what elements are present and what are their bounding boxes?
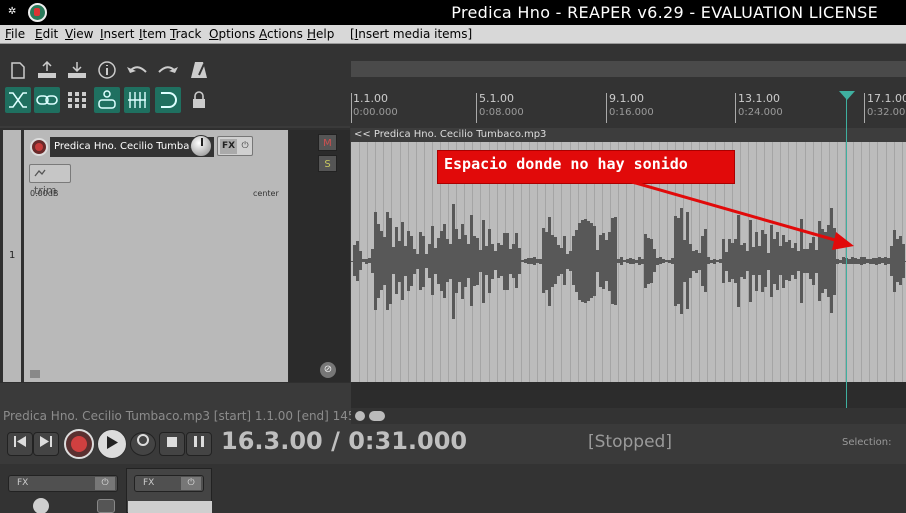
folder-icon[interactable] <box>30 370 40 378</box>
menu-item[interactable]: Item <box>139 27 166 41</box>
pan-readout: center <box>253 189 279 198</box>
pause-icon[interactable] <box>186 432 212 456</box>
menu-insert[interactable]: Insert <box>100 27 134 41</box>
upload-icon[interactable] <box>34 57 60 83</box>
lock-icon[interactable] <box>186 87 212 113</box>
menu-edit[interactable]: Edit <box>35 27 58 41</box>
fx-power-icon[interactable]: ⏻ <box>95 477 115 490</box>
transport-bar: 16.3.00 / 0:31.000 [Stopped] Selection: <box>0 424 906 464</box>
ruler-time-label: 0:16.000 <box>609 107 654 118</box>
track-fx-button[interactable]: FX ⏻ <box>134 475 204 492</box>
menu-view[interactable]: View <box>65 27 93 41</box>
arrange-empty-area[interactable] <box>351 382 906 408</box>
reaper-window: ✲ Predica Hno - REAPER v6.29 - EVALUATIO… <box>0 0 906 513</box>
annotation-arrow <box>631 180 854 250</box>
fx-label: FX <box>143 478 155 488</box>
stop-icon[interactable] <box>159 432 185 456</box>
item-info-status: Predica Hno. Cecilio Tumbaco.mp3 [start]… <box>0 408 351 424</box>
loop-icon[interactable] <box>155 87 181 113</box>
solo-button[interactable]: S <box>318 155 337 172</box>
pan-knob[interactable] <box>33 498 49 513</box>
track-buttons-column: M S ⊘ <box>289 130 350 382</box>
ruler-bar-label: 17.1.00 <box>867 92 906 105</box>
undo-icon[interactable] <box>124 57 150 83</box>
menu-track[interactable]: Track <box>170 27 201 41</box>
repeat-icon[interactable] <box>130 432 156 456</box>
timeline-ruler[interactable]: 1.1.00 0:00.000 5.1.00 0:08.000 9.1.00 0… <box>351 89 906 127</box>
track-number: 1 <box>9 250 16 261</box>
menu-options[interactable]: Options <box>209 27 255 41</box>
info-icon[interactable] <box>94 57 120 83</box>
track-number-strip[interactable]: 1 <box>3 130 21 382</box>
fx-button[interactable]: FX <box>220 139 237 154</box>
volume-knob[interactable] <box>190 135 212 157</box>
new-file-icon[interactable] <box>5 57 31 83</box>
menu-file[interactable]: File <box>5 27 25 41</box>
io-routing-icon[interactable] <box>97 499 115 513</box>
system-menu-icon[interactable]: ✲ <box>8 7 18 17</box>
master-fx-button[interactable]: FX ⏻ <box>8 475 118 492</box>
fader-track[interactable] <box>128 501 212 513</box>
media-item-header[interactable]: << Predica Hno. Cecilio Tumbaco.mp3 <box>351 128 906 142</box>
skip-end-icon[interactable] <box>33 432 59 456</box>
fx-power-icon[interactable]: ⏻ <box>181 477 201 490</box>
metronome-icon[interactable] <box>186 57 212 83</box>
title-bar: ✲ Predica Hno - REAPER v6.29 - EVALUATIO… <box>0 0 906 25</box>
track-control-panel[interactable]: Predica Hno. Cecilio Tumbaco FX ⏻ trim 0… <box>24 130 288 382</box>
automation-mode-button[interactable]: trim <box>29 164 71 197</box>
scroll-left-icon[interactable] <box>355 411 365 421</box>
horizontal-scrollbar[interactable] <box>351 408 906 424</box>
time-display[interactable]: 16.3.00 / 0:31.000 <box>221 427 467 455</box>
mute-button[interactable]: M <box>318 134 337 151</box>
ruler-time-label: 0:08.000 <box>479 107 524 118</box>
skip-start-icon[interactable] <box>7 432 33 456</box>
ruler-time-label: 0:24.000 <box>738 107 783 118</box>
menu-actions[interactable]: Actions <box>259 27 303 41</box>
fx-bypass-icon[interactable]: ⏻ <box>239 139 251 154</box>
fx-group: FX ⏻ <box>217 136 253 156</box>
ruler-time-label: 0:32.000 <box>867 107 906 118</box>
snap-grid-icon[interactable] <box>124 87 150 113</box>
menu-bar: File Edit View Insert Item Track Options… <box>0 25 906 44</box>
download-icon[interactable] <box>64 57 90 83</box>
edit-cursor-flag[interactable] <box>839 91 855 100</box>
ruler-bar-label: 13.1.00 <box>738 92 780 105</box>
waveform-segment <box>902 244 905 278</box>
scroll-thumb[interactable] <box>369 411 385 421</box>
grid-icon[interactable] <box>64 87 90 113</box>
region-marker-lane[interactable] <box>351 61 906 77</box>
group-icon[interactable] <box>94 87 120 113</box>
phase-invert-button[interactable]: ⊘ <box>320 362 336 378</box>
menu-help[interactable]: Help <box>307 27 334 41</box>
link-icon[interactable] <box>34 87 60 113</box>
ruler-time-label: 0:00.000 <box>353 107 398 118</box>
selection-label: Selection: <box>842 437 892 448</box>
ruler-bar-label: 9.1.00 <box>609 92 644 105</box>
record-arm-button[interactable] <box>30 138 48 156</box>
reaper-logo-icon <box>28 3 47 22</box>
fx-label: FX <box>17 478 29 488</box>
window-title: Predica Hno - REAPER v6.29 - EVALUATION … <box>451 3 878 22</box>
record-icon[interactable] <box>64 429 94 459</box>
ruler-bar-label: 1.1.00 <box>353 92 388 105</box>
main-toolbar <box>0 44 350 126</box>
ripple-edit-icon[interactable] <box>5 87 31 113</box>
action-hint: [Insert media items] <box>350 27 473 41</box>
playback-state: [Stopped] <box>588 432 672 452</box>
annotation-callout: Espacio donde no hay sonido <box>437 150 735 184</box>
redo-icon[interactable] <box>155 57 181 83</box>
play-icon[interactable] <box>97 429 127 459</box>
ruler-bar-label: 5.1.00 <box>479 92 514 105</box>
envelope-icon <box>34 169 46 177</box>
volume-readout: 0.00dB <box>30 189 59 198</box>
